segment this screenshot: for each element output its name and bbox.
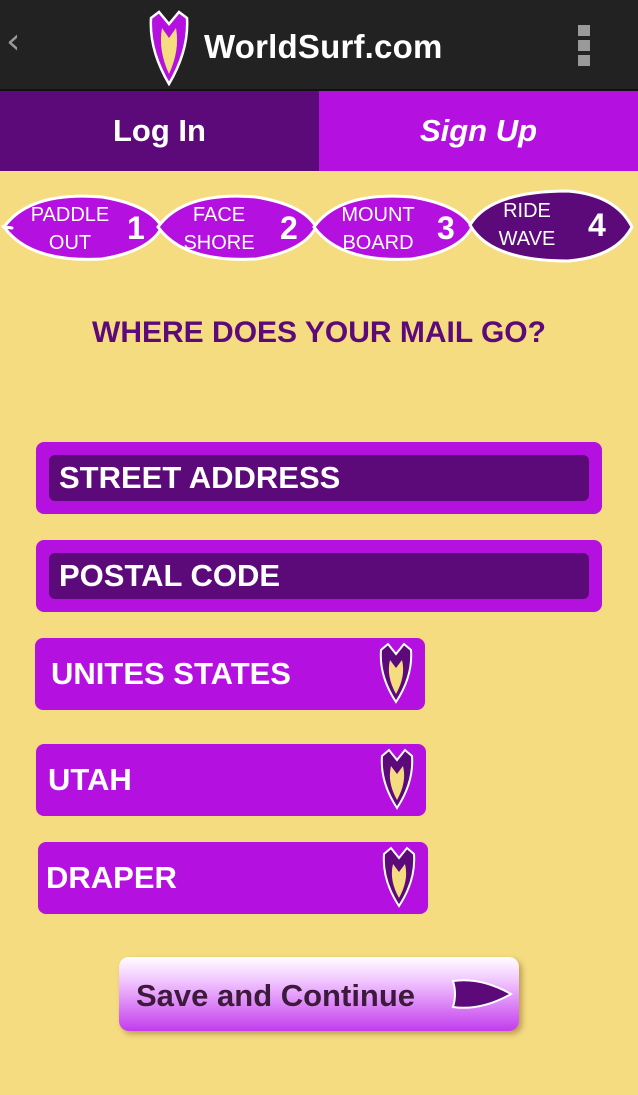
surfboard-logo-icon — [149, 10, 189, 86]
save-and-continue-button[interactable]: Save and Continue — [119, 957, 519, 1031]
step-1-label: PADDLE OUT — [22, 201, 118, 257]
step-mount-board[interactable]: MOUNT BOARD 3 — [310, 185, 478, 275]
step-1-number: 1 — [127, 210, 145, 246]
street-address-input[interactable]: STREET ADDRESS — [49, 455, 589, 501]
step-3-label: MOUNT BOARD — [332, 201, 424, 257]
step-2-label: FACE SHORE — [174, 201, 264, 257]
tab-login[interactable]: Log In — [0, 91, 319, 171]
step-4-line1: RIDE — [503, 200, 551, 222]
step-paddle-out[interactable]: PADDLE OUT 1 — [0, 185, 168, 275]
step-3-line2: BOARD — [342, 232, 414, 254]
surfboard-arrow-icon — [451, 979, 513, 1009]
surfboard-dropdown-icon — [379, 642, 413, 704]
top-bar: ‹ WorldSurf.com — [0, 0, 638, 91]
state-select[interactable]: UTAH — [36, 744, 426, 816]
step-4-number: 4 — [588, 207, 606, 243]
postal-code-field[interactable]: POSTAL CODE — [36, 540, 602, 612]
country-select[interactable]: UNITES STATES — [35, 638, 425, 710]
step-1-line2: OUT — [48, 232, 92, 254]
country-value: UNITES STATES — [51, 656, 291, 691]
step-4-label: RIDE WAVE — [490, 197, 564, 253]
tab-signup[interactable]: Sign Up — [319, 91, 638, 171]
postal-code-input[interactable]: POSTAL CODE — [49, 553, 589, 599]
form-heading: WHERE DOES YOUR MAIL GO? — [92, 316, 546, 349]
auth-tabs: Log In Sign Up — [0, 91, 638, 171]
step-3-line1: MOUNT — [341, 204, 415, 226]
step-2-line1: FACE — [192, 204, 246, 226]
state-value: UTAH — [48, 762, 132, 797]
city-value: DRAPER — [46, 860, 177, 895]
brand-title: WorldSurf.com — [204, 28, 443, 65]
city-select[interactable]: DRAPER — [38, 842, 428, 914]
step-2-line2: SHORE — [183, 232, 255, 254]
surfboard-dropdown-icon — [380, 748, 414, 810]
signup-steps: PADDLE OUT 1 FACE SHORE 2 MOUNT BOARD 3 … — [0, 185, 638, 275]
step-4-line2: WAVE — [498, 228, 556, 250]
surfboard-dropdown-icon — [382, 846, 416, 908]
step-2-number: 2 — [280, 210, 298, 246]
save-button-label: Save and Continue — [136, 978, 416, 1013]
step-ride-wave[interactable]: RIDE WAVE 4 — [464, 185, 636, 275]
back-chevron-icon[interactable]: ‹ — [6, 24, 20, 60]
step-face-shore[interactable]: FACE SHORE 2 — [154, 185, 322, 275]
step-1-line1: PADDLE — [30, 204, 110, 226]
street-address-field[interactable]: STREET ADDRESS — [36, 442, 602, 514]
step-3-number: 3 — [437, 210, 455, 246]
overflow-menu-icon[interactable] — [578, 25, 592, 69]
